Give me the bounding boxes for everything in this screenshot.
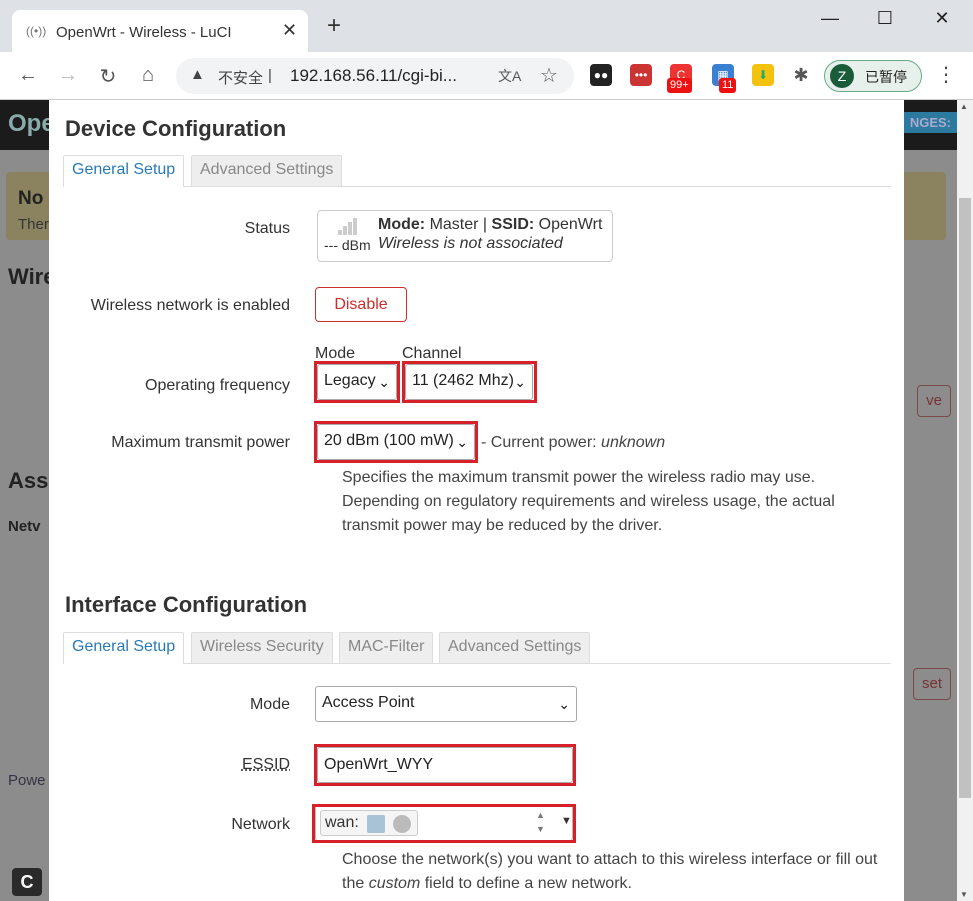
extension-download-icon[interactable]: ⬇ <box>752 64 774 86</box>
tab-iface-advanced-settings[interactable]: Advanced Settings <box>439 632 591 663</box>
highlight-box <box>312 804 576 843</box>
interface-config-title: Interface Configuration <box>65 592 308 617</box>
tab-iface-general-setup[interactable]: General Setup <box>63 632 185 664</box>
bg-remove-button: ve <box>917 385 951 417</box>
network-help: Choose the network(s) you want to attach… <box>342 851 878 892</box>
back-icon[interactable]: ← <box>16 64 40 87</box>
extension-badge: 11 <box>719 78 737 93</box>
status-label: Status <box>244 220 290 237</box>
current-power-text: - Current power: unknown <box>481 434 666 451</box>
highlight-box <box>402 361 537 403</box>
txpower-help: Specifies the maximum transmit power the… <box>342 469 835 534</box>
scroll-down-icon[interactable]: ▼ <box>960 890 968 899</box>
browser-toolbar: ← → ↻ ⌂ ▲ 不安全 | 192.168.56.11/cgi-bi... … <box>0 52 973 100</box>
insecure-label[interactable]: 不安全 <box>218 67 263 88</box>
bookmark-star-icon[interactable]: ☆ <box>540 63 558 88</box>
wireless-config-modal: Device Configuration General Setup Advan… <box>49 100 904 901</box>
profile-button[interactable]: Z 已暂停 <box>824 60 922 92</box>
bg-footer-link: Powe <box>8 772 46 789</box>
frequency-label: Operating frequency <box>145 377 290 394</box>
avatar: Z <box>830 64 854 88</box>
translate-icon[interactable]: 文A <box>498 66 521 86</box>
wireless-favicon-icon: ((•)) <box>26 24 47 38</box>
extensions-puzzle-icon[interactable]: ✱ <box>790 64 812 86</box>
signal-icon <box>338 217 360 235</box>
iface-mode-label: Mode <box>249 696 290 713</box>
browser-menu-icon[interactable]: ⋮ <box>936 62 956 87</box>
reload-icon[interactable]: ↻ <box>96 64 120 89</box>
scroll-thumb[interactable] <box>959 198 971 798</box>
tab-advanced-settings[interactable]: Advanced Settings <box>191 155 343 186</box>
extension-badge: 99+ <box>667 78 692 93</box>
highlight-box <box>314 361 400 403</box>
address-bar[interactable]: ▲ 不安全 | 192.168.56.11/cgi-bi... 文A ☆ <box>176 58 574 94</box>
iface-mode-select[interactable]: Access Point ⌄ <box>315 686 577 722</box>
page-scrollbar[interactable]: ▲ ▼ <box>957 100 973 901</box>
status-mode-ssid: Mode: Master | SSID: OpenWrt <box>378 216 603 233</box>
interface-config-tabs: General Setup Wireless Security MAC-Filt… <box>63 632 891 664</box>
tab-mac-filter[interactable]: MAC-Filter <box>339 632 434 663</box>
new-tab-icon[interactable]: + <box>327 14 341 38</box>
status-box: --- dBm Mode: Master | SSID: OpenWrt Wir… <box>317 210 613 262</box>
bg-reset-button: set <box>912 668 951 700</box>
essid-label: ESSID <box>241 756 290 773</box>
chevron-down-icon: ⌄ <box>558 696 570 712</box>
disable-button[interactable]: Disable <box>315 287 407 322</box>
browser-tab[interactable]: ((•)) OpenWrt - Wireless - LuCI ✕ <box>12 10 308 54</box>
bg-column-header: Netv <box>8 518 41 535</box>
forward-icon[interactable]: → <box>56 64 80 87</box>
extension-eyes-icon[interactable]: ●● <box>590 64 612 86</box>
device-config-title: Device Configuration <box>65 116 287 141</box>
extension-dots-icon[interactable]: ••• <box>630 64 652 86</box>
home-icon[interactable]: ⌂ <box>136 64 160 87</box>
device-config-tabs: General Setup Advanced Settings <box>63 155 891 187</box>
txpower-label: Maximum transmit power <box>111 434 290 451</box>
url-text[interactable]: 192.168.56.11/cgi-bi... <box>290 66 457 86</box>
bg-changes-badge: NGES: <box>903 112 957 133</box>
enabled-label: Wireless network is enabled <box>90 297 290 314</box>
corner-c-icon[interactable]: C <box>12 868 42 896</box>
minimize-icon[interactable]: — <box>815 8 845 29</box>
tab-wireless-security[interactable]: Wireless Security <box>191 632 333 663</box>
highlight-box <box>314 744 576 786</box>
bg-heading: Ass <box>8 468 49 493</box>
close-tab-icon[interactable]: ✕ <box>282 20 297 41</box>
highlight-box <box>314 421 478 463</box>
close-window-icon[interactable]: ✕ <box>927 8 957 29</box>
warning-icon[interactable]: ▲ <box>190 66 205 83</box>
bg-warning-text: Ther <box>18 216 49 233</box>
omnibox-divider: | <box>268 67 272 84</box>
status-association: Wireless is not associated <box>378 235 563 252</box>
maximize-icon[interactable]: ☐ <box>870 8 900 29</box>
scroll-up-icon[interactable]: ▲ <box>960 102 968 111</box>
bg-warning-title: No <box>18 188 44 209</box>
bg-brand: Ope <box>8 110 55 137</box>
tab-title: OpenWrt - Wireless - LuCI <box>56 24 232 41</box>
network-label: Network <box>231 816 290 833</box>
browser-tabbar: ((•)) OpenWrt - Wireless - LuCI ✕ + — ☐ … <box>0 0 973 54</box>
tab-general-setup[interactable]: General Setup <box>63 155 185 187</box>
profile-label: 已暂停 <box>865 69 907 85</box>
signal-dbm: --- dBm <box>324 237 371 253</box>
